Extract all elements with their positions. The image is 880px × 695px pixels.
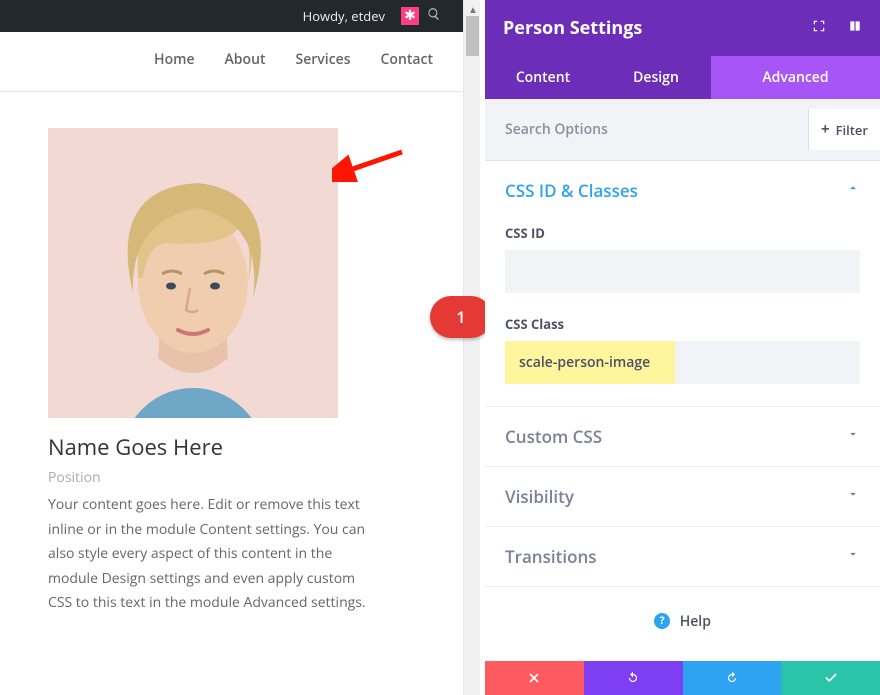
search-options-row: Search Options + Filter	[485, 99, 880, 161]
person-name[interactable]: Name Goes Here	[48, 432, 415, 462]
nav-services[interactable]: Services	[296, 50, 351, 69]
undo-button[interactable]	[584, 661, 683, 695]
chevron-down-icon	[846, 547, 860, 566]
plus-icon: +	[821, 122, 830, 137]
section-header-css[interactable]: CSS ID & Classes	[485, 161, 880, 220]
filter-label: Filter	[836, 121, 868, 139]
section-css-id-classes: CSS ID & Classes CSS ID CSS Class	[485, 161, 880, 407]
css-id-input[interactable]	[505, 250, 860, 293]
section-header-custom-css[interactable]: Custom CSS	[485, 407, 880, 466]
admin-greeting[interactable]: Howdy, etdev	[295, 0, 393, 32]
save-button[interactable]	[781, 661, 880, 695]
page-preview: Howdy, etdev ✱ Home About Services Conta…	[0, 0, 480, 695]
search-options-input[interactable]: Search Options	[505, 120, 608, 139]
css-id-label: CSS ID	[505, 224, 860, 242]
person-module[interactable]: Name Goes Here Position Your content goe…	[0, 92, 463, 616]
step-badge-1: 1	[430, 296, 492, 338]
tab-advanced[interactable]: Advanced	[711, 56, 880, 99]
help-label: Help	[680, 612, 711, 631]
site-nav: Home About Services Contact	[0, 32, 463, 92]
section-title-custom-css: Custom CSS	[505, 425, 602, 448]
section-header-transitions[interactable]: Transitions	[485, 527, 880, 586]
section-custom-css: Custom CSS	[485, 407, 880, 467]
nav-about[interactable]: About	[225, 50, 266, 69]
wp-admin-bar: Howdy, etdev ✱	[0, 0, 463, 32]
panel-title: Person Settings	[503, 16, 642, 40]
scroll-up-icon[interactable]: ▲	[468, 2, 478, 16]
chevron-down-icon	[846, 427, 860, 446]
preview-scrollbar[interactable]: ▲	[463, 0, 480, 695]
css-class-label: CSS Class	[505, 315, 860, 333]
redo-button[interactable]	[683, 661, 782, 695]
help-row[interactable]: ? Help	[485, 587, 880, 661]
person-description[interactable]: Your content goes here. Edit or remove t…	[48, 493, 378, 616]
section-title-visibility: Visibility	[505, 485, 574, 508]
nav-contact[interactable]: Contact	[381, 50, 433, 69]
settings-tabs: Content Design Advanced	[485, 56, 880, 99]
expand-icon[interactable]	[812, 19, 826, 38]
action-bar	[485, 661, 880, 695]
search-icon[interactable]	[427, 0, 441, 32]
person-position[interactable]: Position	[48, 468, 415, 487]
divi-icon[interactable]: ✱	[401, 7, 419, 25]
person-image	[48, 128, 338, 418]
settings-panel: Person Settings Content Design Advanced …	[485, 0, 880, 695]
section-transitions: Transitions	[485, 527, 880, 587]
snap-icon[interactable]	[848, 19, 862, 38]
tab-design[interactable]: Design	[601, 56, 711, 99]
css-class-input[interactable]	[505, 341, 860, 384]
panel-header: Person Settings Content Design Advanced	[485, 0, 880, 99]
help-icon: ?	[654, 613, 670, 629]
section-title-transitions: Transitions	[505, 545, 597, 568]
nav-home[interactable]: Home	[154, 50, 195, 69]
chevron-up-icon	[846, 181, 860, 200]
section-header-visibility[interactable]: Visibility	[485, 467, 880, 526]
section-title-css: CSS ID & Classes	[505, 179, 638, 202]
section-visibility: Visibility	[485, 467, 880, 527]
chevron-down-icon	[846, 487, 860, 506]
cancel-button[interactable]	[485, 661, 584, 695]
scrollbar-thumb[interactable]	[466, 16, 479, 56]
tab-content[interactable]: Content	[485, 56, 601, 99]
filter-button[interactable]: + Filter	[808, 109, 880, 150]
